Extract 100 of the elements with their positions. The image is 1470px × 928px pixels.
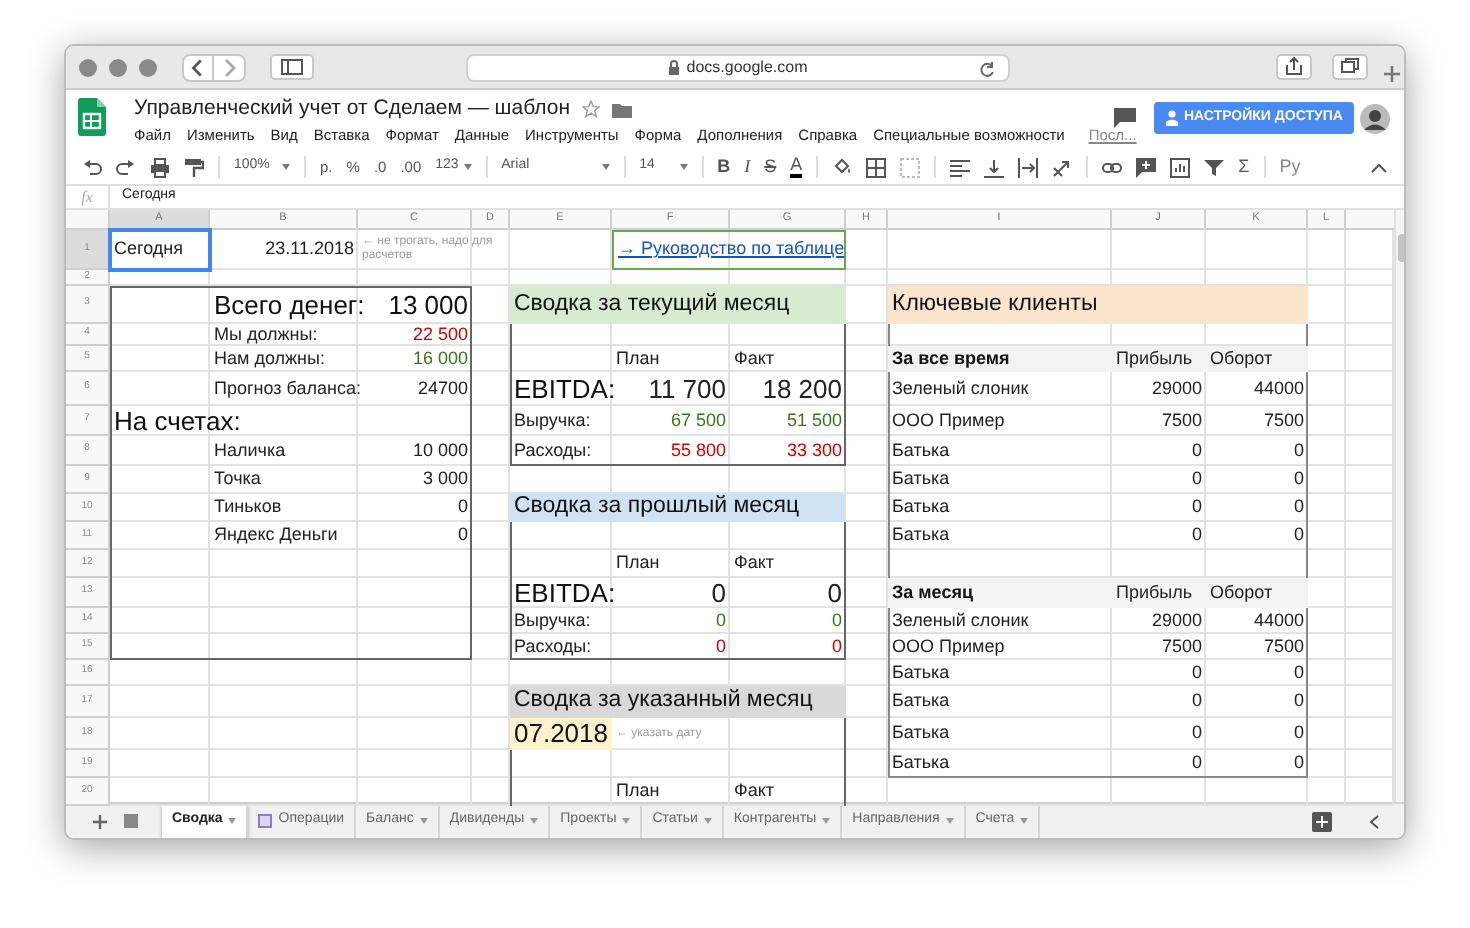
address-bar[interactable]: docs.google.com (466, 54, 1010, 82)
section-title: Сводка за указанный месяц (510, 686, 846, 718)
document-title[interactable]: Управленческий учет от Сделаем — шаблон (134, 94, 570, 126)
bold-button[interactable]: B (717, 153, 731, 181)
section-title: Ключевые клиенты (888, 286, 1308, 324)
spreadsheet-logo-icon[interactable] (78, 98, 106, 136)
cell-text: Мы должны: (212, 324, 320, 346)
column-label: План (614, 346, 662, 372)
functions-button[interactable]: Σ (1238, 153, 1250, 181)
cell-value: 0 (1189, 750, 1204, 777)
comment-icon[interactable] (1114, 108, 1136, 128)
cell-value: 24700 (415, 375, 470, 402)
cell-value: 51 500 (784, 407, 844, 434)
italic-button[interactable]: I (744, 153, 751, 181)
star-icon[interactable] (582, 100, 600, 119)
align-left-icon[interactable] (950, 157, 971, 177)
cell-text: Батька (890, 466, 952, 493)
section-title: Сводка за прошлый месяц (510, 494, 846, 522)
cell-value: 33 300 (784, 437, 844, 464)
cell-value: 44000 (1251, 375, 1306, 402)
guide-link[interactable]: → Руководство по таблице (612, 230, 846, 270)
cell-text: Зеленый слоник (890, 608, 1031, 634)
fill-color-icon[interactable] (832, 157, 853, 177)
chart-icon[interactable] (1170, 157, 1191, 177)
cell-value: 7500 (1261, 634, 1306, 660)
undo-icon[interactable] (82, 157, 102, 177)
cell-value: 13 000 (386, 287, 470, 324)
cell-value: 0 (1189, 437, 1204, 464)
cell-text: Прогноз баланса: (212, 375, 358, 402)
cell-text: Всего денег: (212, 287, 358, 324)
cell-text: Расходы: (512, 437, 594, 464)
filter-icon[interactable] (1204, 157, 1225, 177)
text-wrap-icon[interactable] (1018, 157, 1039, 177)
paint-format-icon[interactable] (184, 157, 204, 177)
square-icon (258, 814, 273, 828)
cell-text: ООО Пример (890, 407, 1007, 434)
cell-value: 0 (1291, 522, 1306, 549)
window-controls-icon[interactable] (78, 57, 158, 77)
add-comment-icon[interactable] (1136, 157, 1157, 177)
sheet-list-icon[interactable] (123, 814, 137, 828)
cell-value: 0 (1189, 522, 1204, 549)
text-rotate-icon[interactable] (1052, 157, 1073, 177)
cell-text: Батька (890, 522, 952, 549)
reload-icon[interactable] (978, 59, 996, 77)
column-label: Факт (732, 778, 777, 805)
strikethrough-button[interactable]: S (764, 153, 777, 181)
cell-value: 0 (713, 634, 728, 660)
table-header: За все время (888, 346, 1112, 372)
merge-cells-icon[interactable] (900, 157, 921, 177)
cell-text: Батька (890, 494, 952, 521)
cell-value: 29000 (1149, 608, 1204, 634)
add-sheet-icon[interactable] (91, 813, 107, 829)
cell-value: 0 (829, 634, 844, 660)
cell-text: Батька (890, 720, 952, 747)
cell-value: 0 (1189, 688, 1204, 715)
cell-value: 0 (1291, 720, 1306, 747)
vertical-align-icon[interactable] (984, 157, 1005, 177)
cell-value: 23.11.2018 (263, 236, 356, 263)
cell-value: 0 (455, 522, 470, 549)
table-header: Оборот (1206, 346, 1308, 372)
redo-icon[interactable] (116, 157, 136, 177)
person-icon (1166, 110, 1178, 126)
collapse-panel-icon[interactable] (1368, 813, 1380, 829)
folder-icon[interactable] (612, 101, 632, 118)
sidebar-icon[interactable] (270, 54, 314, 80)
cell-value: 0 (1291, 466, 1306, 493)
cell-text: Батька (890, 437, 952, 464)
cell-text: На счетах: (112, 406, 243, 436)
print-icon[interactable] (150, 157, 170, 177)
link-icon[interactable] (1102, 157, 1123, 177)
text-color-button[interactable]: A (790, 156, 803, 178)
explore-icon[interactable] (1312, 811, 1332, 831)
new-tab-icon[interactable] (1380, 62, 1404, 86)
cell-value: 0 (1291, 494, 1306, 521)
table-header: Прибыль (1112, 578, 1206, 608)
column-label: Факт (732, 346, 777, 372)
cell-value: 0 (713, 608, 728, 634)
cell-text: ООО Пример (890, 634, 1007, 660)
avatar-icon[interactable] (1360, 104, 1390, 134)
cell-text: EBITDA: (512, 372, 612, 406)
cell-value: 0 (1189, 494, 1204, 521)
tabs-icon[interactable] (1332, 54, 1368, 80)
navigation-buttons[interactable] (182, 53, 246, 81)
cell-value: 44000 (1251, 608, 1306, 634)
cell-value: 7500 (1159, 407, 1204, 434)
cell-text[interactable]: Сегодня (110, 230, 210, 270)
cell-value: 11 700 (646, 372, 728, 406)
table-header: Оборот (1206, 578, 1308, 608)
collapse-icon[interactable] (1370, 161, 1388, 173)
date-field[interactable]: 07.2018 (510, 718, 612, 750)
cell-value: 0 (1291, 750, 1306, 777)
cell-value: 0 (829, 608, 844, 634)
cell-text: Точка (212, 466, 263, 493)
section-title: Сводка за текущий месяц (510, 286, 846, 324)
input-tools-button[interactable]: Ру (1279, 153, 1301, 181)
cell-text: Батька (890, 688, 952, 715)
borders-icon[interactable] (866, 157, 887, 177)
share-icon[interactable] (1276, 54, 1312, 80)
cell-text: Тиньков (212, 494, 284, 521)
cell-value: 0 (1291, 688, 1306, 715)
